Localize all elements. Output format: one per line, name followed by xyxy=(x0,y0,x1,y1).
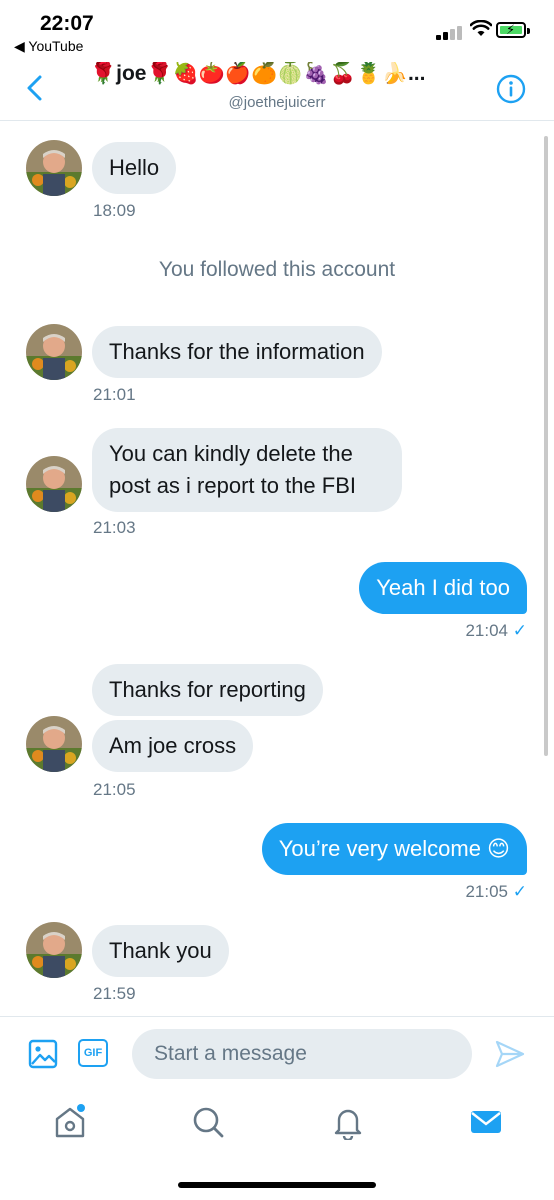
checkmark-icon: ✓ xyxy=(512,621,527,640)
message-bubble[interactable]: Thanks for reporting xyxy=(92,664,323,716)
tab-bar xyxy=(0,1090,554,1160)
battery-icon: ⚡ xyxy=(496,22,530,38)
mail-icon[interactable] xyxy=(468,1104,504,1140)
back-to-app-link[interactable]: ◀ YouTube xyxy=(14,38,83,55)
home-icon[interactable] xyxy=(52,1104,88,1140)
conversation-title[interactable]: 🌹joe🌹🍓🍅🍎🍊🍈🍇🍒🍍🍌... xyxy=(90,62,476,86)
wifi-icon xyxy=(470,20,492,36)
cellular-signal-icon xyxy=(436,24,466,40)
checkmark-icon: ✓ xyxy=(512,882,527,901)
message-bubble[interactable]: Thanks for the information xyxy=(92,326,382,378)
sent-message-meta: 21:05 ✓ xyxy=(465,882,527,902)
message-composer: GIF xyxy=(0,1016,554,1091)
home-indicator[interactable] xyxy=(178,1182,376,1188)
gif-icon[interactable]: GIF xyxy=(78,1039,108,1067)
message-bubble[interactable]: Thank you xyxy=(92,925,229,977)
search-icon[interactable] xyxy=(190,1104,226,1140)
avatar[interactable] xyxy=(26,324,82,380)
message-time: 18:09 xyxy=(93,201,136,220)
message-thread[interactable]: Hello 18:09 You followed this account Th… xyxy=(0,120,554,1016)
scrollbar[interactable] xyxy=(544,136,548,756)
info-icon[interactable] xyxy=(496,74,526,104)
message-time: 21:05 xyxy=(465,882,509,901)
message-time: 21:04 xyxy=(465,621,509,640)
sent-message-meta: 21:04 ✓ xyxy=(465,621,527,641)
status-bar: 22:07 ◀ YouTube ⚡ xyxy=(0,0,554,58)
system-note: You followed this account xyxy=(158,258,396,281)
avatar[interactable] xyxy=(26,716,82,772)
message-bubble[interactable]: Am joe cross xyxy=(92,720,254,772)
conversation-header: 🌹joe🌹🍓🍅🍎🍊🍈🍇🍒🍍🍌... @joethejuicerr xyxy=(0,58,554,121)
conversation-handle: @joethejuicerr xyxy=(228,94,326,111)
message-time: 21:01 xyxy=(93,385,136,404)
message-time: 21:03 xyxy=(93,518,136,537)
message-time: 21:05 xyxy=(93,780,136,799)
status-time: 22:07 xyxy=(40,12,94,35)
message-bubble[interactable]: Hello xyxy=(92,142,177,194)
avatar[interactable] xyxy=(26,456,82,512)
message-time: 21:59 xyxy=(93,984,136,1003)
image-icon[interactable] xyxy=(28,1039,58,1069)
bell-icon[interactable] xyxy=(330,1104,366,1140)
sent-message-bubble[interactable]: You’re very welcome 😊 xyxy=(261,823,527,875)
avatar[interactable] xyxy=(26,140,82,196)
message-bubble[interactable]: You can kindly delete the post as i repo… xyxy=(92,428,402,512)
avatar[interactable] xyxy=(26,922,82,978)
send-icon[interactable] xyxy=(494,1039,526,1069)
message-input[interactable] xyxy=(132,1029,472,1079)
sent-message-bubble[interactable]: Yeah I did too xyxy=(359,562,527,614)
